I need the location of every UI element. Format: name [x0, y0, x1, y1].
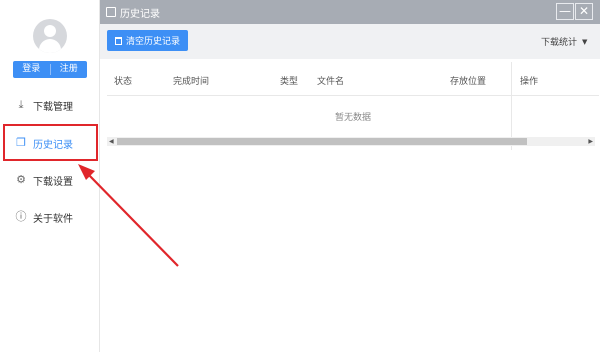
- highlight-box: [3, 124, 98, 161]
- minimize-button[interactable]: —: [556, 3, 574, 20]
- register-button[interactable]: 注册: [51, 61, 88, 78]
- table-header: 状态 完成时间 类型 文件名 存放位置 操作: [107, 62, 599, 96]
- sidebar-item-download-settings[interactable]: ⚙ 下载设置: [0, 163, 100, 197]
- close-button[interactable]: ✕: [575, 3, 593, 20]
- sidebar-item-label: 下载管理: [33, 101, 73, 113]
- avatar-head: [44, 25, 56, 37]
- sidebar-item-download-manager[interactable]: ⤓ 下载管理: [0, 88, 100, 122]
- clear-history-label: 清空历史记录: [125, 37, 180, 47]
- empty-state-text: 暂无数据: [334, 113, 371, 123]
- app-window: 登录 注册 ⤓ 下载管理 ❐ 历史记录 ⚙ 下载设置 ⓘ 关于软件 历史记录 —…: [0, 0, 600, 352]
- sidebar-item-label: 关于软件: [33, 213, 73, 225]
- column-header-filename[interactable]: 文件名: [317, 74, 344, 87]
- clear-history-button[interactable]: 清空历史记录: [107, 30, 188, 51]
- download-stats-label: 下载统计: [541, 38, 578, 48]
- sidebar-item-about[interactable]: ⓘ 关于软件: [0, 200, 100, 234]
- info-icon: ⓘ: [15, 210, 27, 223]
- avatar-body: [39, 39, 61, 53]
- sidebar: 登录 注册 ⤓ 下载管理 ❐ 历史记录 ⚙ 下载设置 ⓘ 关于软件: [0, 0, 100, 352]
- auth-buttons: 登录 注册: [13, 61, 87, 78]
- trash-icon: [114, 36, 122, 45]
- title-bar: 历史记录 — ✕: [100, 0, 600, 24]
- login-button[interactable]: 登录: [13, 61, 50, 78]
- horizontal-scrollbar[interactable]: ◀ ▶: [107, 137, 595, 146]
- column-header-status[interactable]: 状态: [114, 74, 132, 87]
- window-icon: [106, 7, 116, 17]
- download-stats-dropdown[interactable]: 下载统计 ▼: [541, 35, 588, 49]
- column-header-type[interactable]: 类型: [280, 74, 298, 87]
- scrollbar-thumb[interactable]: [117, 138, 527, 145]
- toolbar: 清空历史记录 下载统计 ▼: [100, 24, 600, 59]
- sidebar-item-label: 下载设置: [33, 176, 73, 188]
- scroll-right-icon[interactable]: ▶: [588, 137, 593, 146]
- caret-down-icon: ▼: [582, 37, 588, 46]
- window-title: 历史记录: [120, 8, 160, 20]
- history-table: 状态 完成时间 类型 文件名 存放位置 操作 暂无数据: [107, 62, 599, 123]
- column-header-actions[interactable]: 操作: [520, 74, 538, 87]
- column-header-finish-time[interactable]: 完成时间: [173, 74, 209, 87]
- avatar[interactable]: [33, 19, 67, 53]
- download-icon: ⤓: [18, 98, 24, 111]
- column-header-location[interactable]: 存放位置: [450, 74, 486, 87]
- scroll-left-icon[interactable]: ◀: [109, 137, 114, 146]
- gear-icon: ⚙: [16, 173, 26, 186]
